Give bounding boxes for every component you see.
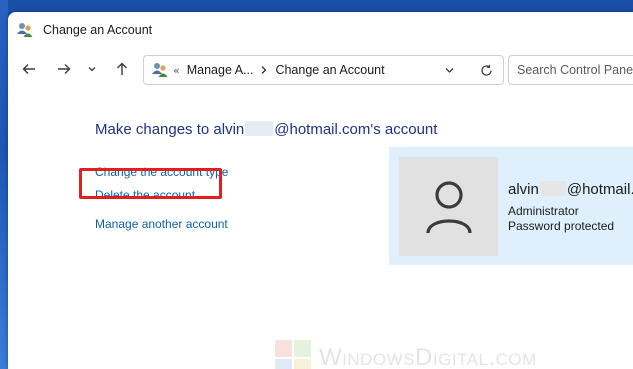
- forward-button[interactable]: [53, 47, 75, 91]
- arrow-right-icon: [58, 64, 71, 74]
- user-accounts-icon: [152, 63, 168, 77]
- watermark-text: WindowsDigital.com: [319, 344, 537, 369]
- search-input[interactable]: [515, 62, 633, 78]
- account-role: Administrator: [508, 204, 579, 218]
- windows-logo-icon: [275, 340, 311, 369]
- heading-text-start: Make changes to alvin: [95, 121, 245, 138]
- main-content: Make changes to alvin @hotmail.com's acco…: [8, 91, 633, 369]
- highlight-annotation: [79, 168, 222, 199]
- navigation-bar: « Manage A... Change an Account: [8, 47, 633, 91]
- redaction-block: [245, 121, 274, 136]
- account-card: alvin @hotmail. Administrator Password pr…: [389, 147, 633, 265]
- redaction-block: [539, 181, 566, 196]
- arrow-up-icon: [117, 62, 127, 75]
- control-panel-window: Change an Account « Manage A... Change a…: [8, 12, 633, 369]
- user-accounts-icon: [17, 22, 33, 37]
- account-name: alvin @hotmail.: [508, 181, 633, 198]
- address-overflow-button[interactable]: «: [173, 64, 180, 77]
- up-button[interactable]: [111, 47, 133, 91]
- address-bar[interactable]: « Manage A... Change an Account: [143, 55, 504, 85]
- breadcrumb-change-account[interactable]: Change an Account: [275, 63, 384, 77]
- user-icon: [425, 180, 472, 233]
- window-title: Change an Account: [43, 22, 153, 37]
- heading-text-end: @hotmail.com's account: [274, 121, 438, 138]
- refresh-icon: [481, 64, 492, 76]
- avatar: [399, 157, 498, 256]
- page-heading: Make changes to alvin @hotmail.com's acco…: [95, 121, 437, 138]
- chevron-down-icon: [88, 67, 96, 72]
- chevron-down-icon: [445, 68, 454, 73]
- address-dropdown-button[interactable]: [444, 56, 455, 84]
- account-status: Password protected: [508, 219, 615, 233]
- account-name-end: @hotmail.: [566, 181, 633, 198]
- watermark: WindowsDigital.com: [273, 338, 537, 369]
- recent-locations-button[interactable]: [84, 47, 100, 91]
- search-box[interactable]: [508, 55, 633, 85]
- account-name-start: alvin: [508, 181, 539, 198]
- refresh-button[interactable]: [480, 56, 493, 84]
- breadcrumb-separator-icon[interactable]: [260, 65, 268, 75]
- title-bar: Change an Account: [8, 12, 633, 47]
- manage-another-account-link[interactable]: Manage another account: [95, 217, 228, 231]
- arrow-left-icon: [22, 64, 35, 74]
- back-button[interactable]: [18, 47, 40, 91]
- desktop-background: [0, 0, 8, 369]
- breadcrumb-manage-accounts[interactable]: Manage A...: [187, 63, 254, 77]
